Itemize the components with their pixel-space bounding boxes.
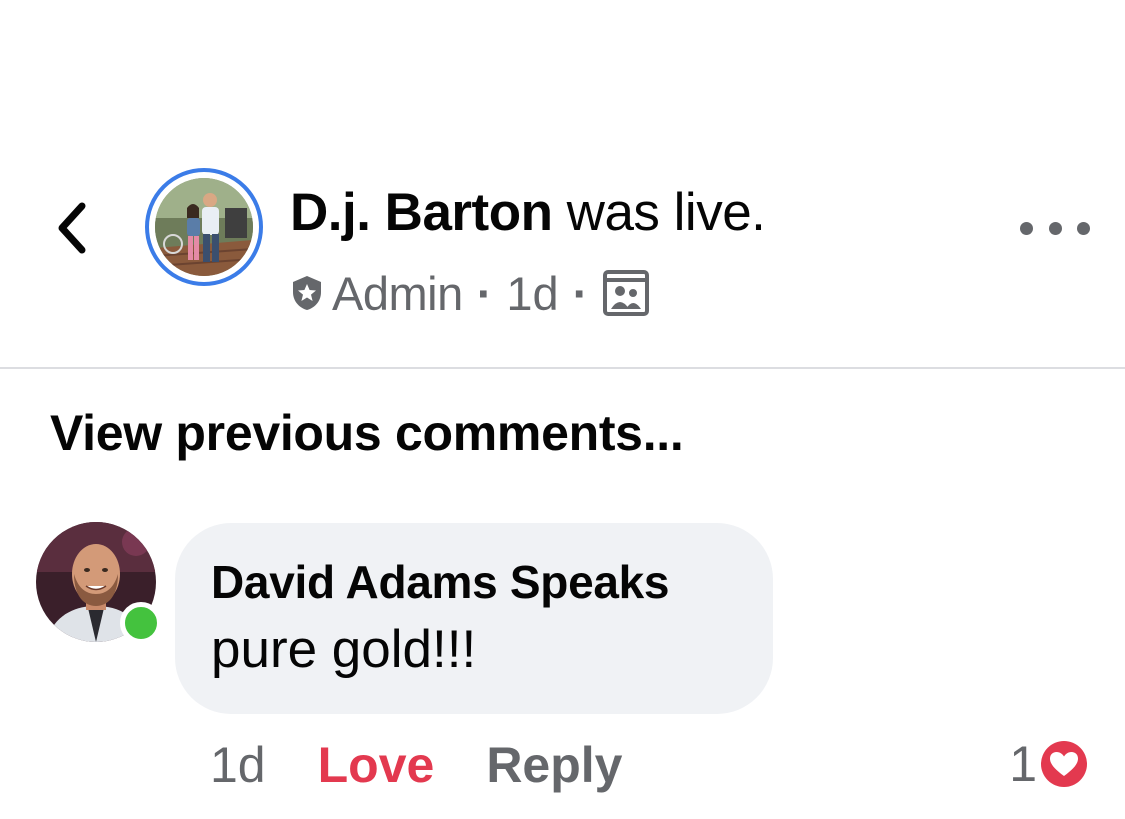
author-name[interactable]: D.j. Barton: [290, 183, 553, 242]
post-meta: Admin · 1d ·: [290, 265, 650, 321]
love-reaction-button[interactable]: Love: [318, 736, 435, 794]
role-badge-label: Admin: [332, 266, 463, 320]
more-dot-icon: [1020, 221, 1033, 235]
online-status-indicator: [120, 602, 162, 644]
reaction-count: 1: [1009, 736, 1037, 792]
post-time[interactable]: 1d: [506, 266, 558, 321]
header-divider: [0, 367, 1125, 369]
author-avatar[interactable]: [145, 168, 263, 286]
comment-reactions[interactable]: 1: [1009, 733, 1089, 795]
post-title: D.j. Barton was live.: [290, 182, 766, 244]
live-post-comments-screen: D.j. Barton was live. Admin · 1d · View …: [0, 0, 1125, 819]
reply-button[interactable]: Reply: [486, 736, 622, 794]
author-photo: [155, 178, 253, 276]
chevron-left-icon: [58, 202, 86, 254]
meta-separator: ·: [572, 266, 589, 320]
commenter-avatar[interactable]: [36, 522, 162, 644]
back-button[interactable]: [44, 195, 100, 261]
post-action-text: was live.: [552, 183, 766, 242]
view-previous-comments-link[interactable]: View previous comments...: [50, 404, 684, 462]
more-dot-icon: [1048, 221, 1062, 235]
more-options-button[interactable]: [1020, 208, 1090, 248]
comment-time[interactable]: 1d: [210, 736, 266, 794]
group-audience-icon: [603, 270, 650, 316]
more-dot-icon: [1077, 221, 1090, 235]
admin-shield-icon: [293, 276, 321, 310]
comment-author-name[interactable]: David Adams Speaks: [211, 551, 737, 613]
love-reaction-icon: [1039, 739, 1089, 789]
comment-text: pure gold!!!: [211, 620, 477, 679]
comment-actions: 1d Love Reply: [210, 735, 623, 795]
comment-bubble[interactable]: David Adams Speaks pure gold!!!: [175, 523, 773, 714]
meta-separator: ·: [476, 266, 493, 320]
